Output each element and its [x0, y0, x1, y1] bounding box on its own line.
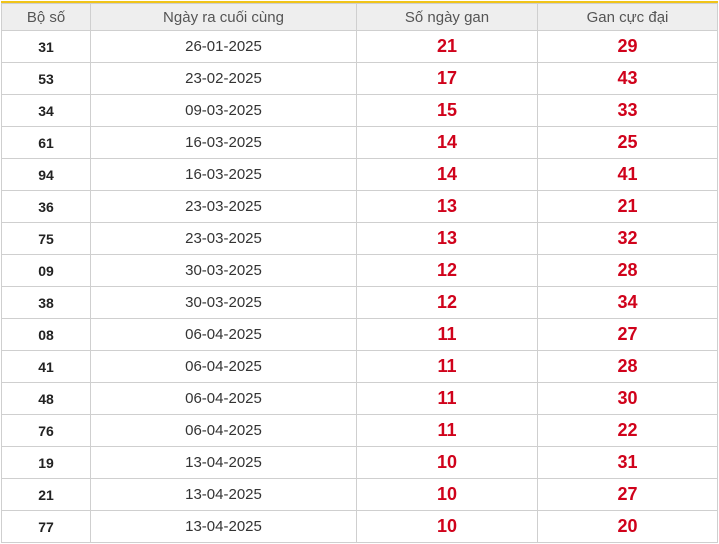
table-row: 08 06-04-2025 11 27: [1, 318, 718, 351]
table-row: 94 16-03-2025 14 41: [1, 158, 718, 191]
cell-last-date: 23-02-2025: [90, 62, 357, 95]
header-number: Bộ số: [1, 3, 91, 31]
table-row: 53 23-02-2025 17 43: [1, 62, 718, 95]
table-row: 38 30-03-2025 12 34: [1, 286, 718, 319]
header-row: Bộ số Ngày ra cuối cùng Số ngày gan Gan …: [1, 3, 718, 31]
cell-days-gan: 14: [356, 158, 538, 191]
table-row: 09 30-03-2025 12 28: [1, 254, 718, 287]
table-row: 21 13-04-2025 10 27: [1, 478, 718, 511]
table-body: 31 26-01-2025 21 29 53 23-02-2025 17 43 34 09-03-…: [1, 30, 718, 543]
cell-number: 21: [1, 478, 91, 511]
cell-max-gan: 27: [537, 478, 718, 511]
cell-number: 77: [1, 510, 91, 543]
cell-number: 75: [1, 222, 91, 255]
table-row: 34 09-03-2025 15 33: [1, 94, 718, 127]
cell-days-gan: 11: [356, 382, 538, 415]
cell-last-date: 30-03-2025: [90, 254, 357, 287]
cell-last-date: 06-04-2025: [90, 350, 357, 383]
cell-number: 31: [1, 30, 91, 63]
cell-days-gan: 13: [356, 190, 538, 223]
cell-days-gan: 12: [356, 254, 538, 287]
cell-number: 36: [1, 190, 91, 223]
cell-days-gan: 13: [356, 222, 538, 255]
cell-days-gan: 11: [356, 318, 538, 351]
cell-max-gan: 25: [537, 126, 718, 159]
cell-max-gan: 33: [537, 94, 718, 127]
table-row: 31 26-01-2025 21 29: [1, 30, 718, 63]
table-row: 76 06-04-2025 11 22: [1, 414, 718, 447]
cell-days-gan: 17: [356, 62, 538, 95]
cell-number: 48: [1, 382, 91, 415]
cell-max-gan: 27: [537, 318, 718, 351]
cell-last-date: 06-04-2025: [90, 414, 357, 447]
table-header: Bộ số Ngày ra cuối cùng Số ngày gan Gan …: [1, 3, 718, 31]
cell-last-date: 16-03-2025: [90, 126, 357, 159]
cell-days-gan: 15: [356, 94, 538, 127]
cell-max-gan: 41: [537, 158, 718, 191]
table-row: 19 13-04-2025 10 31: [1, 446, 718, 479]
cell-last-date: 23-03-2025: [90, 190, 357, 223]
cell-days-gan: 12: [356, 286, 538, 319]
cell-last-date: 09-03-2025: [90, 94, 357, 127]
header-max-gan: Gan cực đại: [537, 3, 718, 31]
cell-last-date: 13-04-2025: [90, 478, 357, 511]
cell-max-gan: 32: [537, 222, 718, 255]
cell-days-gan: 10: [356, 510, 538, 543]
cell-number: 38: [1, 286, 91, 319]
cell-max-gan: 28: [537, 350, 718, 383]
cell-last-date: 16-03-2025: [90, 158, 357, 191]
gan-stats-table-container: Bộ số Ngày ra cuối cùng Số ngày gan Gan …: [1, 1, 718, 543]
cell-max-gan: 28: [537, 254, 718, 287]
header-days-gan: Số ngày gan: [356, 3, 538, 31]
header-last-date: Ngày ra cuối cùng: [90, 3, 357, 31]
table-row: 61 16-03-2025 14 25: [1, 126, 718, 159]
cell-max-gan: 20: [537, 510, 718, 543]
cell-max-gan: 22: [537, 414, 718, 447]
cell-number: 94: [1, 158, 91, 191]
cell-days-gan: 10: [356, 478, 538, 511]
cell-number: 08: [1, 318, 91, 351]
cell-last-date: 26-01-2025: [90, 30, 357, 63]
cell-number: 61: [1, 126, 91, 159]
cell-last-date: 30-03-2025: [90, 286, 357, 319]
cell-last-date: 13-04-2025: [90, 510, 357, 543]
cell-days-gan: 21: [356, 30, 538, 63]
cell-number: 53: [1, 62, 91, 95]
table-row: 36 23-03-2025 13 21: [1, 190, 718, 223]
cell-days-gan: 11: [356, 350, 538, 383]
cell-number: 41: [1, 350, 91, 383]
cell-last-date: 23-03-2025: [90, 222, 357, 255]
cell-max-gan: 29: [537, 30, 718, 63]
cell-last-date: 13-04-2025: [90, 446, 357, 479]
cell-last-date: 06-04-2025: [90, 318, 357, 351]
gan-stats-table: Bộ số Ngày ra cuối cùng Số ngày gan Gan …: [1, 3, 718, 543]
cell-days-gan: 11: [356, 414, 538, 447]
cell-max-gan: 30: [537, 382, 718, 415]
cell-max-gan: 21: [537, 190, 718, 223]
table-row: 77 13-04-2025 10 20: [1, 510, 718, 543]
table-row: 41 06-04-2025 11 28: [1, 350, 718, 383]
cell-max-gan: 34: [537, 286, 718, 319]
cell-max-gan: 31: [537, 446, 718, 479]
cell-days-gan: 10: [356, 446, 538, 479]
cell-number: 34: [1, 94, 91, 127]
cell-number: 09: [1, 254, 91, 287]
table-row: 48 06-04-2025 11 30: [1, 382, 718, 415]
table-row: 75 23-03-2025 13 32: [1, 222, 718, 255]
cell-number: 19: [1, 446, 91, 479]
cell-days-gan: 14: [356, 126, 538, 159]
cell-number: 76: [1, 414, 91, 447]
cell-last-date: 06-04-2025: [90, 382, 357, 415]
cell-max-gan: 43: [537, 62, 718, 95]
